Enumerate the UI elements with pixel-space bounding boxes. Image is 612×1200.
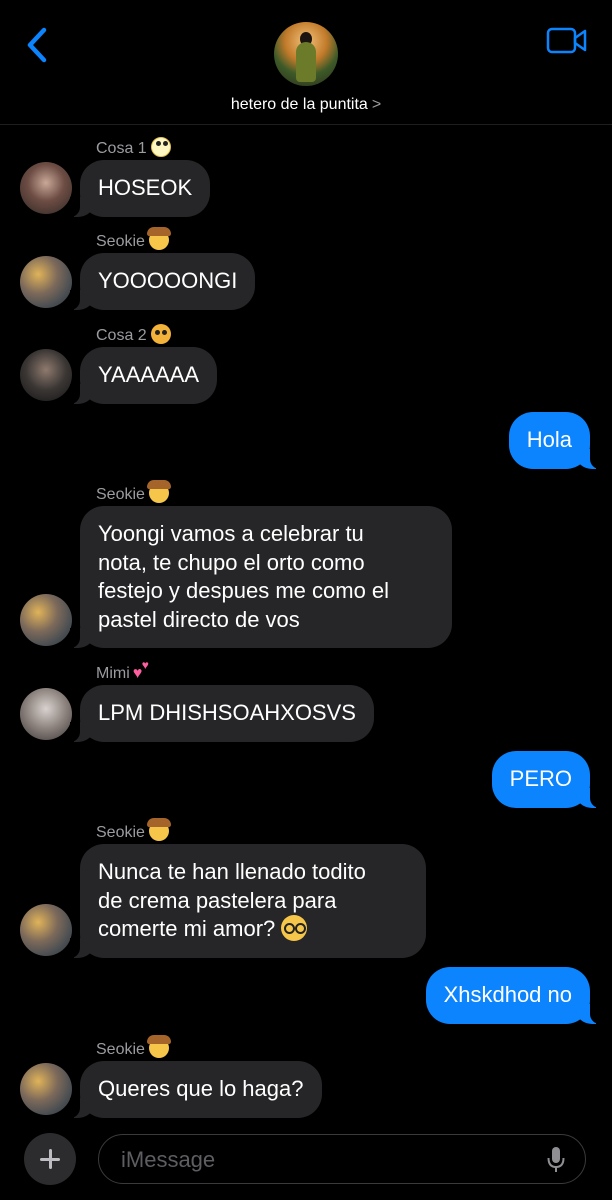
imessage-input[interactable] xyxy=(119,1145,523,1175)
chevron-right-icon: > xyxy=(371,96,382,113)
avatar[interactable] xyxy=(20,256,72,308)
microphone-icon xyxy=(547,1147,565,1172)
facetime-button[interactable] xyxy=(546,26,588,56)
cowboy-hat-face-icon xyxy=(146,227,171,250)
dictation-button[interactable] xyxy=(546,1146,566,1174)
incoming-message[interactable]: YAAAAAA xyxy=(69,347,218,404)
sender-name: Mimi xyxy=(96,659,154,683)
incoming-message[interactable]: Nunca te han llenado todito de crema pas… xyxy=(70,844,426,958)
message-line: comerte mi amor? xyxy=(98,915,408,944)
incoming-message[interactable]: Queres que lo haga? xyxy=(70,1061,322,1118)
avatar[interactable] xyxy=(20,1063,72,1115)
sender-name: Seokie xyxy=(96,1035,171,1059)
message-line: nota, te chupo el orto como xyxy=(98,549,365,575)
cowboy-hat-face-icon xyxy=(146,480,171,503)
face-with-rolling-eyes-icon xyxy=(150,137,171,157)
back-button[interactable] xyxy=(22,26,52,66)
angry-face-icon xyxy=(150,324,171,344)
conversation-header: hetero de la puntita > xyxy=(0,0,612,125)
outgoing-message[interactable]: Hola xyxy=(508,412,601,469)
nerd-face-icon xyxy=(281,915,308,941)
avatar[interactable] xyxy=(20,162,72,214)
video-camera-icon xyxy=(546,27,587,54)
sender-name: Cosa 2 xyxy=(96,324,171,345)
sender-name: Cosa 1 xyxy=(96,137,171,158)
incoming-message[interactable]: LPM DHISHSOAHXOSVS xyxy=(70,685,374,742)
sender-name: Seokie xyxy=(96,227,171,251)
group-name-button[interactable]: hetero de la puntita > xyxy=(0,96,612,114)
message-input-container[interactable] xyxy=(98,1134,586,1184)
message-line: Nunca te han llenado todito xyxy=(98,859,366,884)
sender-name: Seokie xyxy=(96,480,171,504)
avatar[interactable] xyxy=(20,904,72,956)
avatar[interactable] xyxy=(20,594,72,646)
message-line: Yoongi vamos a celebrar tu xyxy=(98,521,364,546)
apps-plus-button[interactable] xyxy=(24,1133,76,1185)
cowboy-hat-face-icon xyxy=(146,818,171,841)
cowboy-hat-face-icon xyxy=(146,1035,171,1058)
outgoing-message[interactable]: Xhskdhod no xyxy=(425,967,601,1024)
avatar[interactable] xyxy=(20,349,72,401)
group-avatar[interactable] xyxy=(274,22,338,86)
incoming-message[interactable]: HOSEOK xyxy=(69,160,211,217)
chevron-left-icon xyxy=(27,27,47,63)
outgoing-message[interactable]: PERO xyxy=(491,751,601,808)
avatar[interactable] xyxy=(20,688,72,740)
message-line: pastel directo de vos xyxy=(98,606,300,632)
incoming-message[interactable]: YOOOOONGI xyxy=(69,253,256,310)
group-name: hetero de la puntita xyxy=(230,96,368,113)
message-line: festejo y despues me como el xyxy=(98,578,390,603)
two-hearts-icon xyxy=(133,659,154,682)
sender-name: Seokie xyxy=(96,818,171,842)
message-line: de crema pastelera para xyxy=(98,887,337,913)
incoming-message[interactable]: Yoongi vamos a celebrar tu nota, te chup… xyxy=(70,506,452,648)
